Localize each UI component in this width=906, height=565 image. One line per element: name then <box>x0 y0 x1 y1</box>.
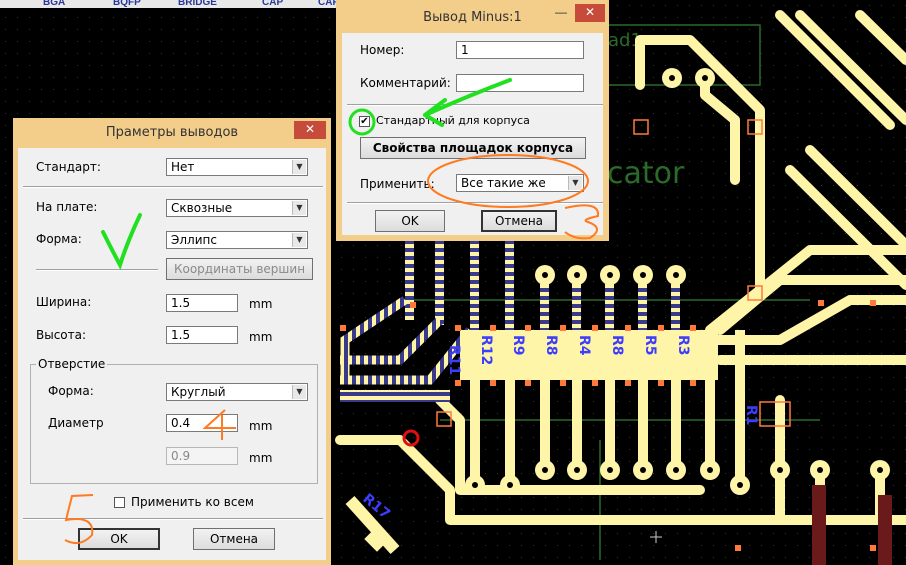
vertex-coordinates-button[interactable]: Координаты вершин <box>166 258 313 280</box>
divider <box>23 518 323 520</box>
component-tab[interactable]: BRIDGE <box>178 0 217 8</box>
hole-shape-select[interactable]: Круглый ▼ <box>166 383 308 401</box>
close-icon[interactable]: ✕ <box>294 121 326 139</box>
diameter-field[interactable]: 0.4 <box>166 414 238 432</box>
hole-shape-label: Форма: <box>48 384 94 398</box>
chevron-down-icon[interactable]: ▼ <box>568 176 582 190</box>
ref-label: R5 <box>642 335 658 356</box>
diameter2-unit: mm <box>249 451 273 465</box>
diameter-label: Диаметр <box>48 416 104 430</box>
chevron-down-icon[interactable]: ▼ <box>292 201 306 215</box>
dialog-titlebar[interactable]: Праметры выводов ✕ <box>13 118 331 148</box>
number-label: Номер: <box>360 43 405 57</box>
comment-label: Комментарий: <box>360 76 451 90</box>
onboard-select[interactable]: Сквозные ▼ <box>166 199 308 217</box>
chevron-down-icon[interactable]: ▼ <box>292 233 306 247</box>
component-tab[interactable]: CAP <box>262 0 283 8</box>
ref-label: R4 <box>576 335 592 356</box>
hole-shape-select-value: Круглый <box>171 385 226 399</box>
component-tab[interactable]: BGA <box>43 0 65 8</box>
ref-label: R9 <box>510 335 526 356</box>
apply-all-checkbox[interactable] <box>114 497 125 508</box>
ok-button[interactable]: OK <box>78 528 160 550</box>
apply-all-label: Применить ко всем <box>131 495 254 509</box>
apply-select[interactable]: Все такие же ▼ <box>456 174 584 192</box>
diameter-unit: mm <box>249 419 273 433</box>
minimize-icon[interactable]: — <box>549 4 573 22</box>
width-field[interactable]: 1.5 <box>166 294 238 312</box>
divider <box>23 186 323 188</box>
standard-label: Стандарт: <box>36 160 101 174</box>
standard-for-package-checkbox[interactable]: ✔ <box>359 116 370 127</box>
ref-label: R8 <box>609 335 625 356</box>
shape-label: Форма: <box>36 232 82 246</box>
number-field[interactable]: 1 <box>456 41 584 59</box>
dialog-titlebar[interactable]: Вывод Minus:1 — ✕ <box>336 0 609 33</box>
shape-select-value: Эллипс <box>171 233 217 247</box>
standard-select-value: Нет <box>171 160 195 174</box>
slider-track <box>36 269 158 271</box>
height-label: Высота: <box>36 328 87 342</box>
board-silk-text: cator <box>607 156 685 191</box>
comment-field[interactable] <box>456 74 584 92</box>
shape-select[interactable]: Эллипс ▼ <box>166 231 308 249</box>
ref-label: R8 <box>543 335 559 356</box>
close-icon[interactable]: ✕ <box>575 4 605 22</box>
chevron-down-icon[interactable]: ▼ <box>292 160 306 174</box>
package-pad-properties-button[interactable]: Свойства площадок корпуса <box>360 137 586 159</box>
ok-button[interactable]: OK <box>375 210 445 232</box>
dialog-title: Праметры выводов <box>105 125 239 140</box>
height-unit: mm <box>249 330 273 344</box>
width-unit: mm <box>249 297 273 311</box>
standard-select[interactable]: Нет ▼ <box>166 158 308 176</box>
ref-label: R11 <box>446 345 462 375</box>
divider <box>347 202 603 204</box>
ref-label: R1 <box>743 405 759 426</box>
hole-group-label: Отверстие <box>36 357 108 371</box>
chevron-down-icon[interactable]: ▼ <box>292 385 306 399</box>
apply-label: Применить: <box>360 177 435 191</box>
standard-for-package-label: Стандартный для корпуса <box>376 114 530 127</box>
component-tab[interactable]: BQFP <box>113 0 141 8</box>
pin-parameters-dialog: Праметры выводов ✕ Стандарт: Нет ▼ На пл… <box>13 118 331 565</box>
onboard-label: На плате: <box>36 200 98 214</box>
diameter2-field[interactable]: 0.9 <box>166 447 238 465</box>
height-field[interactable]: 1.5 <box>166 326 238 344</box>
cancel-button[interactable]: Отмена <box>481 210 557 232</box>
width-label: Ширина: <box>36 295 92 309</box>
ref-label: R3 <box>675 335 691 356</box>
cancel-button[interactable]: Отмена <box>193 528 275 550</box>
onboard-select-value: Сквозные <box>171 201 233 215</box>
divider <box>347 104 603 106</box>
ref-label: R12 <box>478 335 494 365</box>
pin-minus-dialog: Вывод Minus:1 — ✕ Номер: 1 Комментарий: … <box>336 0 609 241</box>
apply-select-value: Все такие же <box>461 176 546 190</box>
